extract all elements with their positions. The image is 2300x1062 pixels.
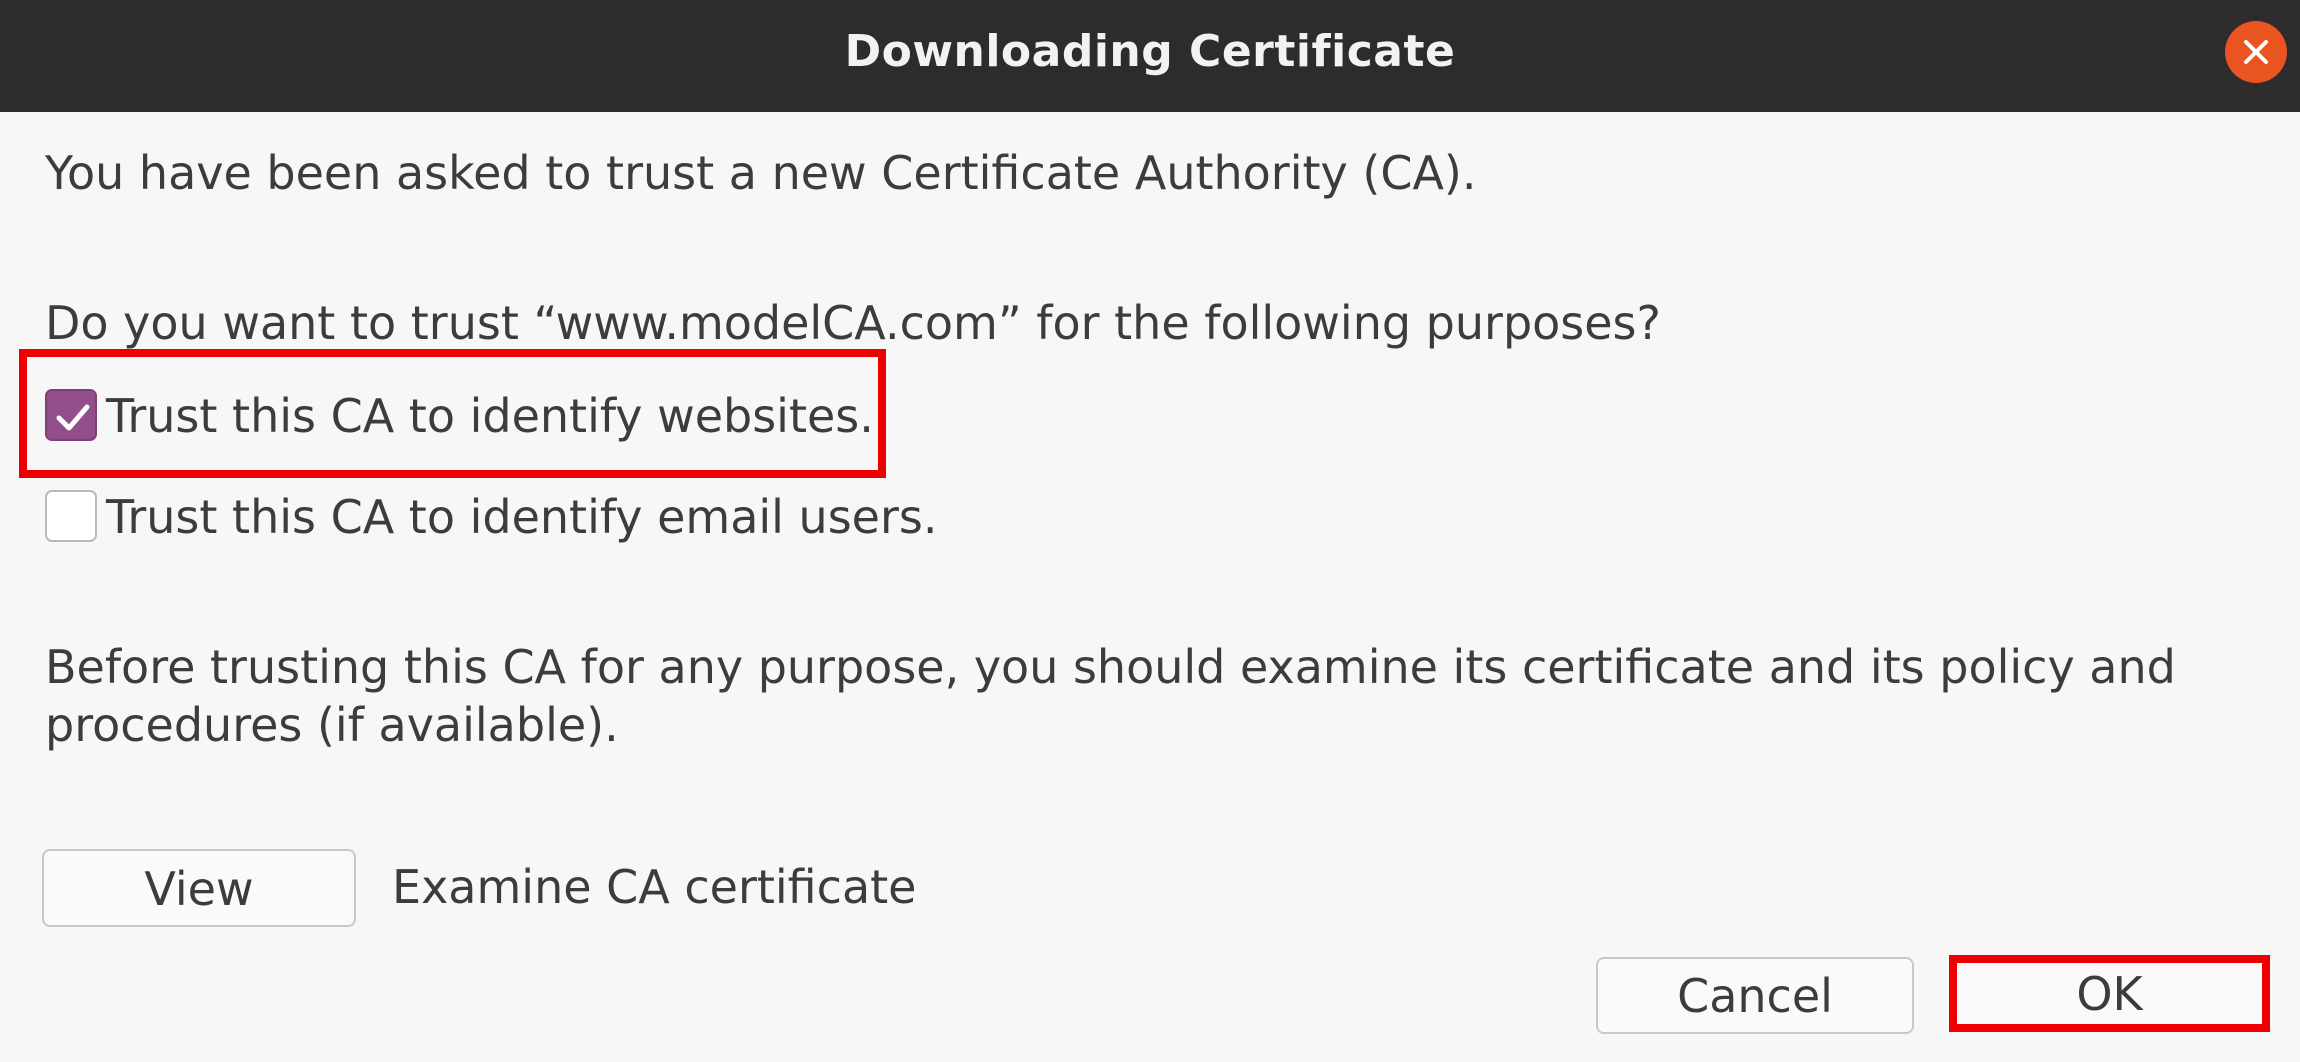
email-users-checkbox-label[interactable]: Trust this CA to identify email users. bbox=[106, 490, 937, 544]
examine-label: Examine CA certificate bbox=[392, 860, 917, 914]
websites-checkbox[interactable] bbox=[45, 389, 97, 441]
warning-text: Before trusting this CA for any purpose,… bbox=[45, 640, 2176, 752]
certificate-dialog: Downloading Certificate You have been as… bbox=[0, 0, 2300, 1062]
close-icon bbox=[2244, 40, 2268, 64]
websites-checkbox-label[interactable]: Trust this CA to identify websites. bbox=[106, 389, 874, 443]
view-button[interactable]: View bbox=[42, 849, 356, 927]
title-bar: Downloading Certificate bbox=[0, 0, 2300, 112]
trust-question: Do you want to trust “www.modelCA.com” f… bbox=[45, 296, 1661, 350]
email-users-checkbox[interactable] bbox=[45, 490, 97, 542]
ok-button[interactable]: OK bbox=[1957, 963, 2262, 1024]
window-title: Downloading Certificate bbox=[844, 26, 1456, 77]
cancel-button[interactable]: Cancel bbox=[1596, 957, 1914, 1034]
close-button[interactable] bbox=[2225, 21, 2287, 83]
intro-text: You have been asked to trust a new Certi… bbox=[45, 146, 1477, 200]
checkmark-icon bbox=[56, 404, 90, 431]
